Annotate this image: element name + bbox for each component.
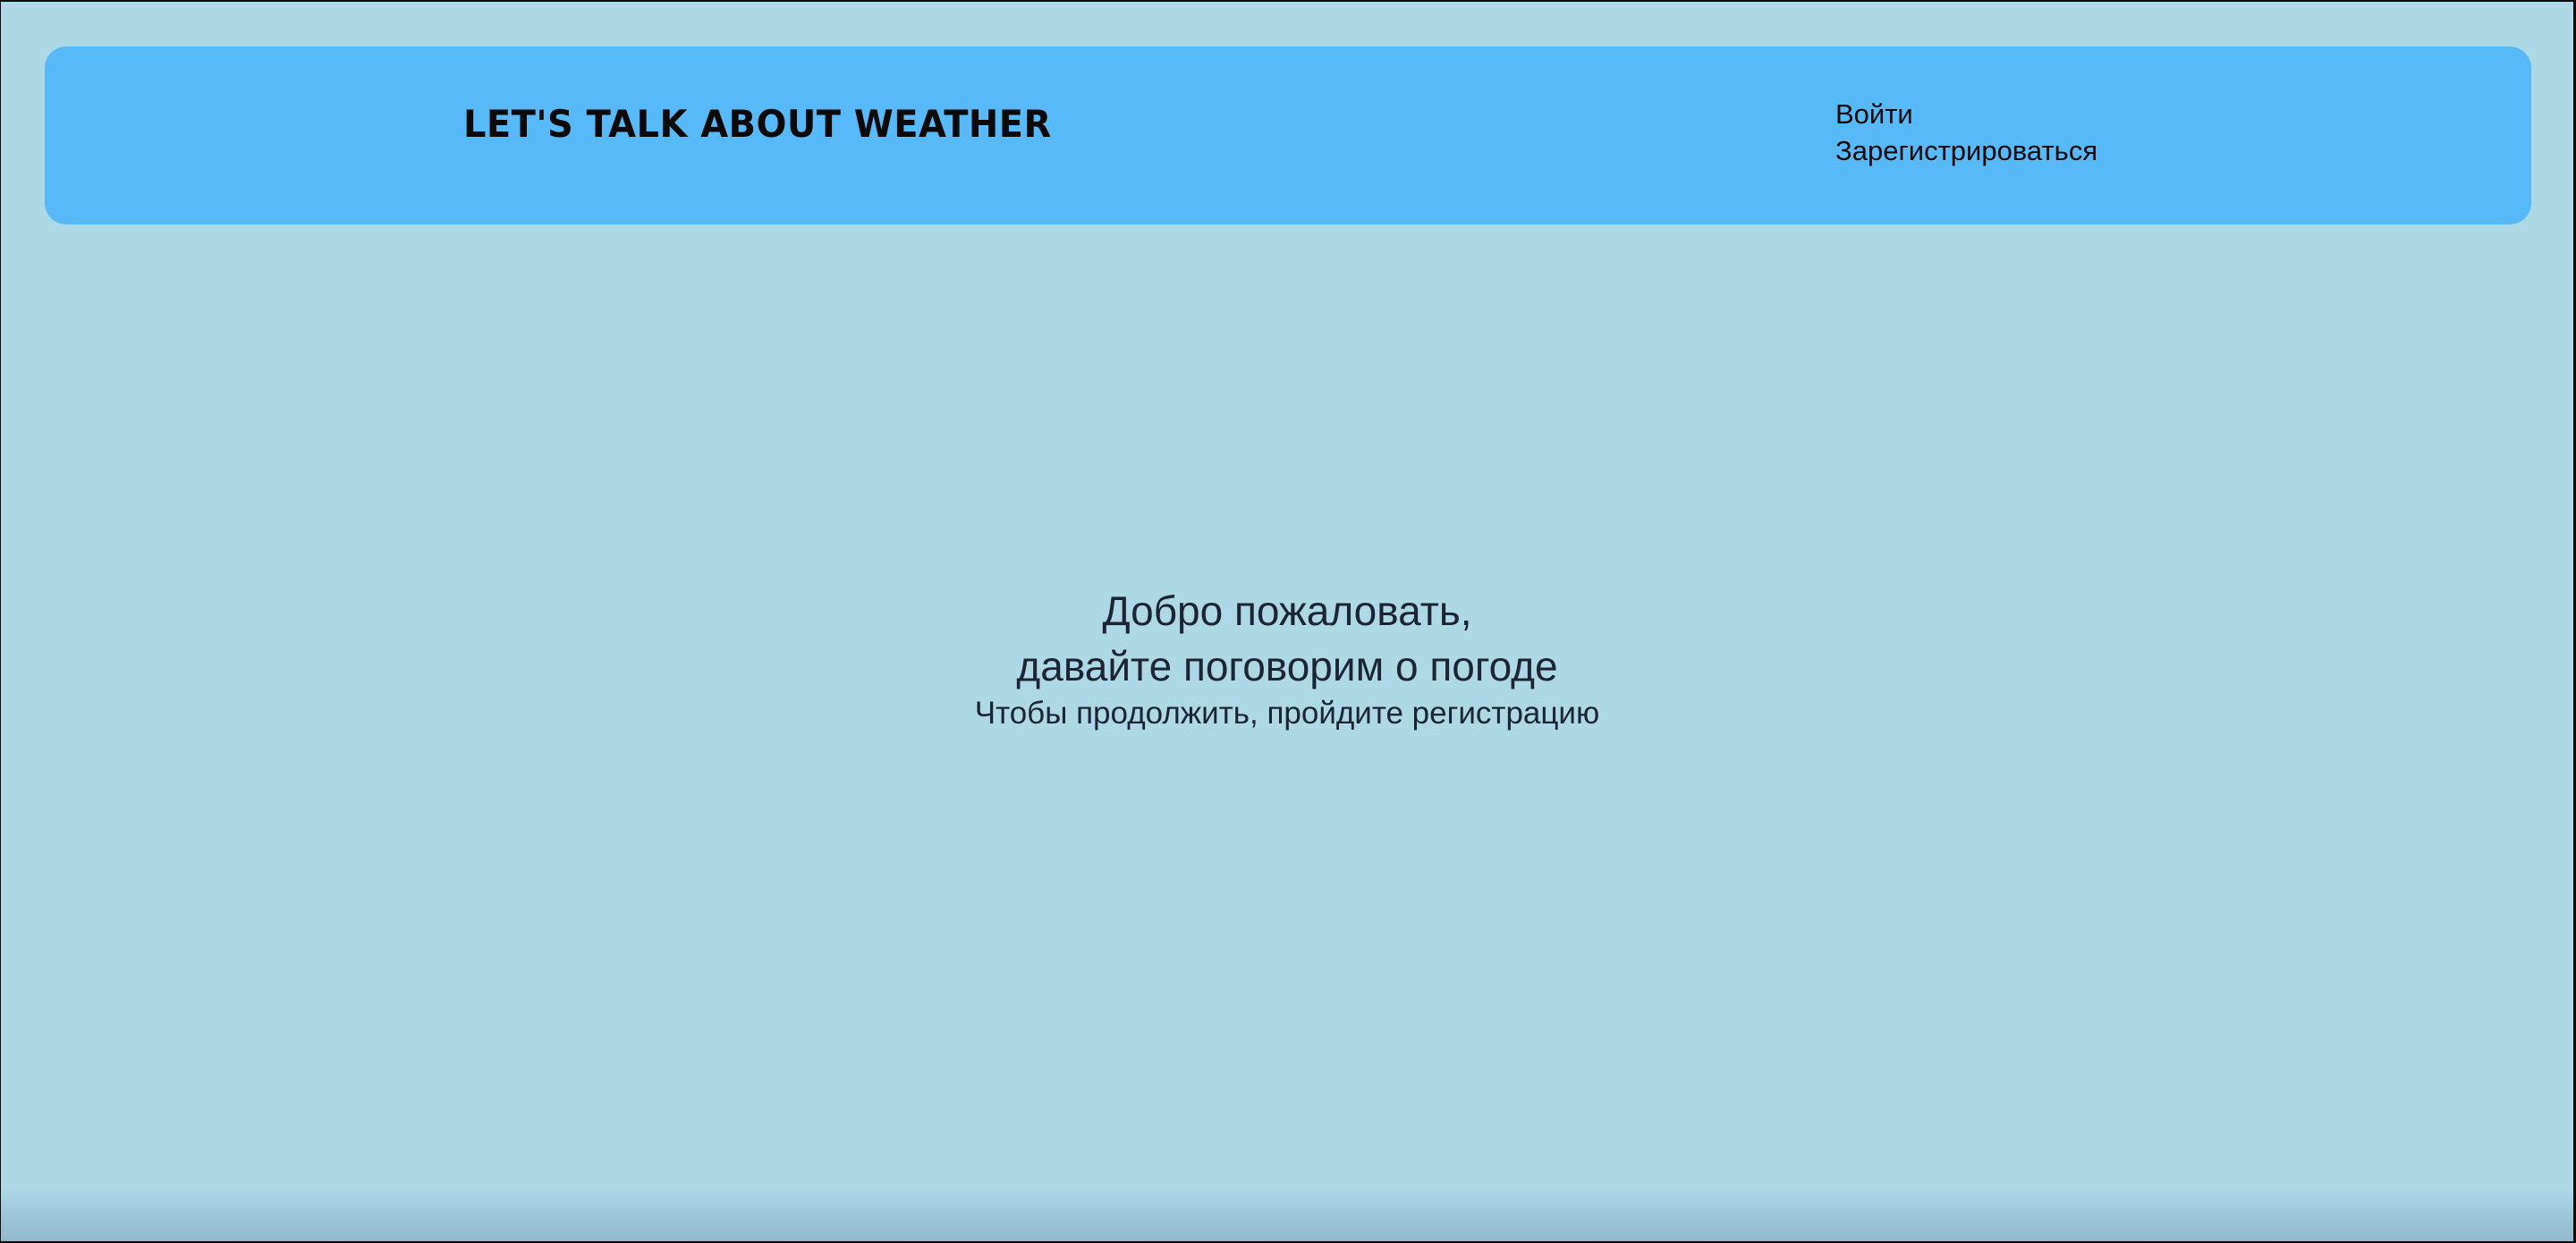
page-viewport: Let's talk about weather Войти Зарегистр… [1,2,2573,1241]
welcome-subtitle: Чтобы продолжить, пройдите регистрацию [974,696,1600,731]
welcome-title: Добро пожаловать, давайте поговорим о по… [1,583,2573,694]
site-header: Let's talk about weather Войти Зарегистр… [45,47,2531,224]
auth-nav: Войти Зарегистрироваться [1835,98,2097,166]
login-link[interactable]: Войти [1835,98,2097,130]
welcome-section: Добро пожаловать, давайте поговорим о по… [1,583,2573,733]
welcome-title-line2: давайте поговорим о погоде [1016,643,1558,689]
bottom-shadow [1,1188,2573,1241]
site-logo[interactable]: Let's talk about weather [463,106,1052,143]
welcome-title-line1: Добро пожаловать, [1102,588,1472,634]
register-link[interactable]: Зарегистрироваться [1835,135,2097,166]
